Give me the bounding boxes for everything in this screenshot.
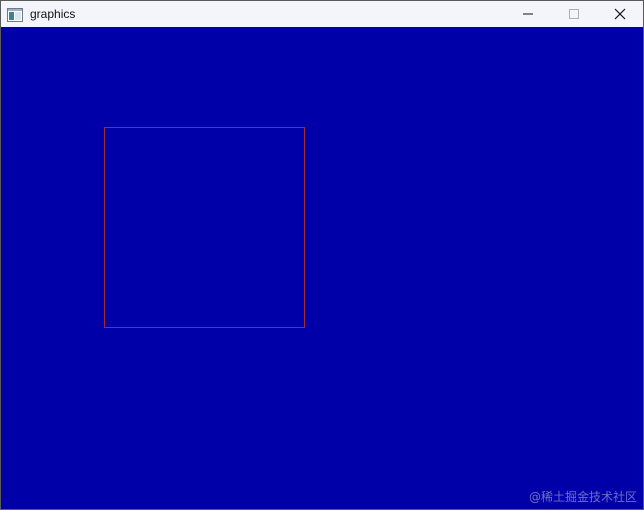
window-title: graphics — [30, 7, 76, 21]
maximize-icon — [568, 8, 580, 20]
minimize-icon — [522, 8, 534, 20]
app-window-icon — [7, 7, 23, 22]
title-bar[interactable]: graphics — [1, 1, 643, 27]
close-button[interactable] — [597, 1, 643, 27]
close-icon — [614, 8, 626, 20]
app-window: graphics @稀土掘金技术社区 — [0, 0, 644, 510]
watermark-text: @稀土掘金技术社区 — [528, 490, 637, 504]
minimize-button[interactable] — [505, 1, 551, 27]
window-controls — [505, 1, 643, 27]
drawing-canvas[interactable] — [2, 27, 643, 509]
drawn-rectangle — [104, 127, 305, 328]
maximize-button[interactable] — [551, 1, 597, 27]
